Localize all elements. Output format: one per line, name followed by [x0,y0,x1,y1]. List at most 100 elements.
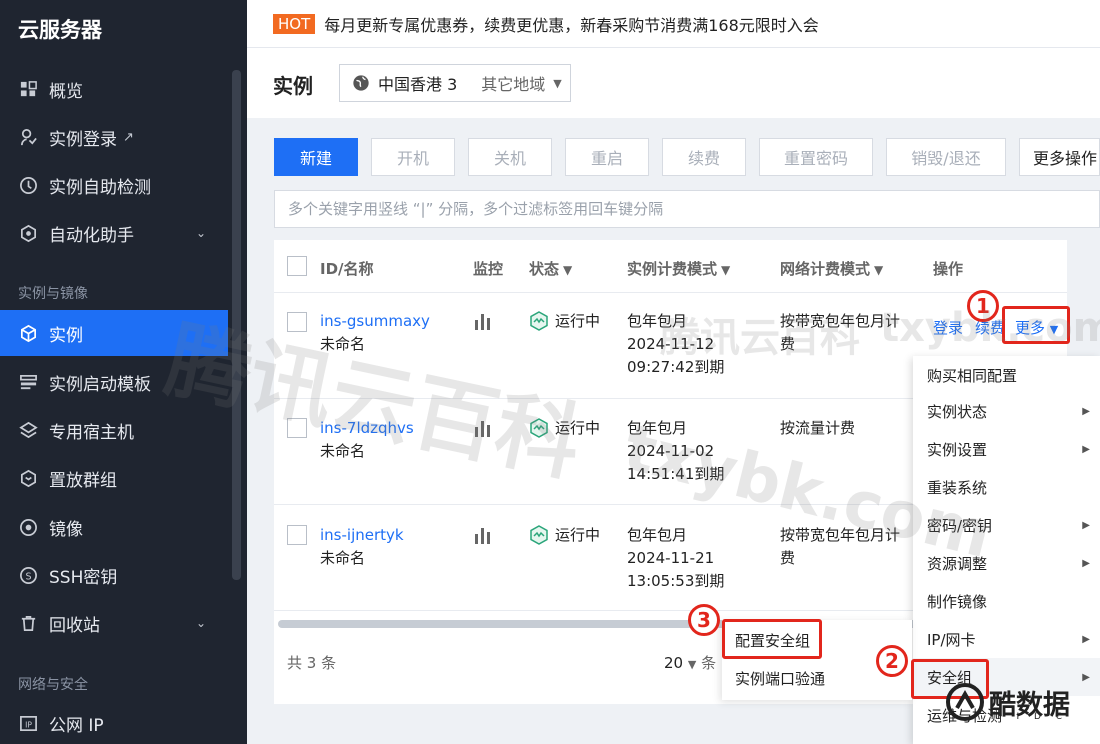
instance-id-link[interactable]: ins-7ldzqhvs [320,417,414,439]
sidebar-item-recycle-bin[interactable]: 回收站 ⌄ [0,600,228,646]
login-icon [18,127,38,147]
renew-button[interactable]: 续费 [662,138,746,176]
menu-item-label: 资源调整 [927,554,988,573]
page-header: 实例 中国香港 3 其它地域 ▼ [247,48,1100,118]
trash-icon [18,613,38,633]
search-input[interactable] [274,190,1100,228]
sidebar-item-placement-group[interactable]: 置放群组 [0,455,228,501]
destroy-button[interactable]: 销毁/退还 [886,138,1006,176]
sidebar-item-label: 概览 [49,81,83,102]
menu-item-label: 实例设置 [927,440,988,459]
sidebar-item-public-ip[interactable]: IP 公网 IP [0,700,228,744]
menu-item-reinstall[interactable]: 重装系统 [913,468,1100,506]
column-header-status[interactable]: 状态 ▼ [529,258,572,279]
column-header-actions: 操作 [933,260,964,278]
filter-icon[interactable]: ▼ [563,263,572,277]
monitor-icon[interactable] [473,312,493,330]
column-header-net-billing[interactable]: 网络计费模式 ▼ [780,258,883,279]
row-checkbox[interactable] [287,418,307,438]
external-link-icon: ↗ [123,129,134,145]
menu-item-password-key[interactable]: 密码/密钥 ▶ [913,506,1100,544]
chevron-right-icon: ▶ [1082,443,1090,455]
running-icon [530,311,548,331]
cube-icon [18,323,38,343]
status-badge: 运行中 [529,310,600,332]
instance-id-link[interactable]: ins-ijnertyk [320,524,404,546]
billing-mode: 包年包月 [627,312,688,330]
sidebar-item-label: 回收站 [49,615,100,636]
sidebar-item-ssh-key[interactable]: S SSH密钥 [0,552,228,598]
menu-item-resize[interactable]: 资源调整 ▶ [913,544,1100,582]
region-selector[interactable]: 中国香港 3 其它地域 ▼ [339,64,571,102]
monitor-icon[interactable] [473,419,493,437]
net-billing: 按带宽包年包月计 [780,312,901,330]
page-size-unit: 条 [701,654,717,672]
row-checkbox[interactable] [287,312,307,332]
select-all-checkbox[interactable] [287,256,307,276]
svg-text:IP: IP [25,720,32,729]
sidebar-item-self-check[interactable]: 实例自助检测 [0,162,228,208]
chevron-down-icon: ⌄ [195,616,206,630]
app-title: 云服务器 [18,18,102,42]
monitor-icon[interactable] [473,526,493,544]
sidebar-item-instance-login[interactable]: 实例登录 ↗ [0,114,228,160]
layers-icon [18,420,38,440]
restart-button[interactable]: 重启 [565,138,649,176]
placement-icon [18,468,38,488]
hot-badge: HOT [273,13,316,34]
menu-item-label: 制作镜像 [927,592,988,611]
status-text: 运行中 [555,526,601,544]
sidebar-item-automation[interactable]: 自动化助手 ⌄ [0,210,228,256]
instance-name: 未命名 [320,442,366,460]
billing-date: 2024-11-02 [627,442,715,460]
menu-item-instance-status[interactable]: 实例状态 ▶ [913,392,1100,430]
more-actions-button[interactable]: 更多操作 [1019,138,1100,176]
row-checkbox[interactable] [287,525,307,545]
column-header-billing[interactable]: 实例计费模式 ▼ [627,258,730,279]
row-divider [274,292,1067,293]
instance-id-link[interactable]: ins-gsummaxy [320,310,430,332]
sidebar-item-launch-template[interactable]: 实例启动模板 [0,359,228,405]
image-icon [18,517,38,537]
filter-icon[interactable]: ▼ [721,263,730,277]
billing-mode: 包年包月 [627,526,688,544]
annotation-box-configure [722,619,822,659]
chevron-down-icon: ⌄ [195,226,206,240]
reset-password-button[interactable]: 重置密码 [759,138,873,176]
filter-icon[interactable]: ▼ [874,263,883,277]
billing-expiry: 14:51:41到期 [627,465,725,483]
sidebar-item-overview[interactable]: 概览 [0,66,228,112]
svg-text:S: S [25,571,31,582]
new-button[interactable]: 新建 [274,138,358,176]
sidebar-item-label: 置放群组 [49,470,117,491]
page-title: 实例 [273,74,313,98]
net-billing: 按流量计费 [780,419,856,437]
ip-icon: IP [18,713,38,733]
menu-item-ip-nic[interactable]: IP/网卡 ▶ [913,620,1100,658]
sidebar-item-dedicated-host[interactable]: 专用宿主机 [0,407,228,453]
status-text: 运行中 [555,419,601,437]
stop-button[interactable]: 关机 [468,138,552,176]
billing-expiry: 13:05:53到期 [627,572,725,590]
net-billing: 按带宽包年包月计 [780,526,901,544]
annotation-step-1: 1 [967,290,999,322]
login-link[interactable]: 登录 [933,317,963,339]
menu-item-buy-same[interactable]: 购买相同配置 [913,356,1100,394]
chevron-right-icon: ▶ [1082,633,1090,645]
chevron-right-icon: ▶ [1082,557,1090,569]
page-size-select[interactable]: 20 ▼ 条 [664,652,716,673]
menu-item-instance-settings[interactable]: 实例设置 ▶ [913,430,1100,468]
caret-down-icon: ▼ [687,658,697,671]
menu-item-create-image[interactable]: 制作镜像 [913,582,1100,620]
sidebar-item-image[interactable]: 镜像 [0,504,228,550]
sidebar-item-instances[interactable]: 实例 [0,310,228,356]
annotation-step-3: 3 [688,604,720,636]
sidebar-section-title: 网络与安全 [18,677,88,693]
promo-banner[interactable]: HOT 每月更新专属优惠券，续费更优惠，新春采购节消费满168元限时入会 [247,0,1100,48]
column-header-label: 状态 [529,260,560,278]
sidebar-item-label: 实例自助检测 [49,177,151,198]
start-button[interactable]: 开机 [371,138,455,176]
menu-item-label: 购买相同配置 [927,366,1018,385]
banner-text: 每月更新专属优惠券，续费更优惠，新春采购节消费满168元限时入会 [324,15,819,35]
sidebar-scrollbar[interactable] [232,70,241,580]
